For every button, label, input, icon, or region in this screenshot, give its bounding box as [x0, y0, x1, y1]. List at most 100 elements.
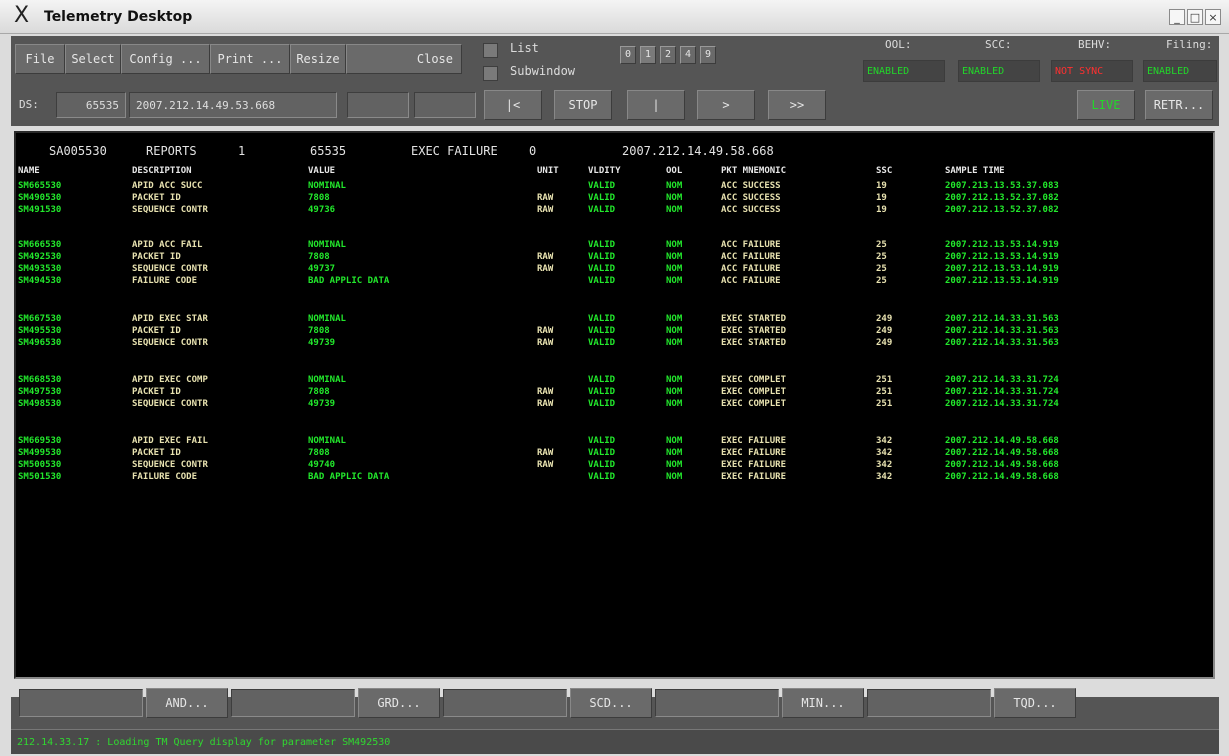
resize-button[interactable]: Resize	[290, 44, 346, 74]
cell-time: 2007.212.14.33.31.563	[945, 326, 1059, 336]
query-field-2[interactable]	[231, 689, 355, 717]
cell-time: 2007.212.13.52.37.082	[945, 205, 1059, 215]
scd-button[interactable]: SCD...	[570, 688, 652, 718]
cell-time: 2007.212.14.33.31.724	[945, 387, 1059, 397]
cell-value: 7808	[308, 448, 330, 458]
query-field-3[interactable]	[443, 689, 567, 717]
cell-unit: RAW	[537, 399, 554, 409]
query-field-1[interactable]	[19, 689, 143, 717]
subwindow-checkbox[interactable]	[483, 66, 498, 81]
cell-time: 2007.212.14.33.31.724	[945, 399, 1059, 409]
page-button-9[interactable]: 9	[700, 46, 716, 64]
cell-vld: VALID	[588, 387, 616, 397]
page-button-2[interactable]: 2	[660, 46, 676, 64]
cell-name: SM491530	[18, 205, 62, 215]
cell-ssc: 251	[876, 387, 893, 397]
cell-unit: RAW	[537, 193, 554, 203]
table-row: SM666530 APID ACC FAIL NOMINAL VALID NOM ACC …	[16, 240, 1213, 252]
ds-label: DS:	[19, 98, 39, 111]
ool-label: OOL:	[885, 38, 912, 51]
cell-vld: VALID	[588, 338, 616, 348]
cell-ool: NOM	[666, 338, 683, 348]
cell-mn: ACC FAILURE	[721, 264, 781, 274]
close-window-button[interactable]: ×	[1205, 9, 1221, 25]
next-button[interactable]: >	[697, 90, 755, 120]
col-validity: VLDITY	[588, 166, 621, 176]
cell-ssc: 19	[876, 193, 887, 203]
window-title: Telemetry Desktop	[44, 9, 193, 25]
cell-desc: PACKET ID	[132, 387, 181, 397]
ds-field[interactable]: 65535	[56, 92, 126, 118]
select-menu-button[interactable]: Select	[65, 44, 121, 74]
list-checkbox[interactable]	[483, 43, 498, 58]
cell-ssc: 25	[876, 276, 887, 286]
cell-ssc: 19	[876, 181, 887, 191]
cell-value: 7808	[308, 326, 330, 336]
cell-vld: VALID	[588, 205, 616, 215]
cell-mn: ACC FAILURE	[721, 240, 781, 250]
cell-ssc: 249	[876, 338, 893, 348]
cell-name: SM669530	[18, 436, 62, 446]
cell-ssc: 342	[876, 472, 893, 482]
cell-vld: VALID	[588, 399, 616, 409]
query-field-5[interactable]	[867, 689, 991, 717]
report-code: 65535	[310, 144, 347, 158]
cell-vld: VALID	[588, 472, 616, 482]
report-event: EXEC FAILURE	[411, 144, 498, 158]
cell-mn: EXEC STARTED	[721, 338, 787, 348]
cell-desc: SEQUENCE CONTR	[132, 205, 208, 215]
cell-ool: NOM	[666, 387, 683, 397]
last-button[interactable]: >>	[768, 90, 826, 120]
min-button[interactable]: MIN...	[782, 688, 864, 718]
cell-name: SM668530	[18, 375, 62, 385]
time-field[interactable]: 2007.212.14.49.53.668	[129, 92, 337, 118]
subwindow-label: Subwindow	[510, 64, 576, 78]
cell-name: SM666530	[18, 240, 62, 250]
nav-field-1[interactable]	[347, 92, 409, 118]
grd-button[interactable]: GRD...	[358, 688, 440, 718]
file-menu-button[interactable]: File	[15, 44, 65, 74]
cell-desc: APID EXEC COMP	[132, 375, 208, 385]
pause-button[interactable]: |	[627, 90, 685, 120]
cell-value: BAD APPLIC DATA	[308, 276, 390, 286]
cell-name: SM494530	[18, 276, 62, 286]
cell-value: NOMINAL	[308, 375, 346, 385]
col-unit: UNIT	[537, 166, 559, 176]
cell-desc: APID ACC FAIL	[132, 240, 203, 250]
cell-value: NOMINAL	[308, 314, 346, 324]
report-id: SA005530	[49, 144, 107, 158]
ool-status: ENABLED	[863, 60, 945, 82]
nav-field-2[interactable]	[414, 92, 476, 118]
cell-ool: NOM	[666, 399, 683, 409]
cell-unit: RAW	[537, 205, 554, 215]
tqd-button[interactable]: TQD...	[994, 688, 1076, 718]
stop-button[interactable]: STOP	[554, 90, 612, 120]
cell-ool: NOM	[666, 193, 683, 203]
cell-name: SM496530	[18, 338, 62, 348]
cell-ool: NOM	[666, 252, 683, 262]
cell-mn: EXEC FAILURE	[721, 460, 787, 470]
page-button-1[interactable]: 1	[640, 46, 656, 64]
maximize-button[interactable]: □	[1187, 9, 1203, 25]
cell-ssc: 25	[876, 240, 887, 250]
col-ool: OOL	[666, 166, 683, 176]
report-count: 1	[238, 144, 246, 158]
cell-vld: VALID	[588, 375, 616, 385]
print-menu-button[interactable]: Print ...	[210, 44, 290, 74]
first-button[interactable]: |<	[484, 90, 542, 120]
config-menu-button[interactable]: Config ...	[121, 44, 210, 74]
page-button-0[interactable]: 0	[620, 46, 636, 64]
cell-ool: NOM	[666, 460, 683, 470]
cell-name: SM492530	[18, 252, 62, 262]
query-field-4[interactable]	[655, 689, 779, 717]
and-button[interactable]: AND...	[146, 688, 228, 718]
live-button[interactable]: LIVE	[1077, 90, 1135, 120]
cell-mn: EXEC COMPLET	[721, 387, 787, 397]
retr-button[interactable]: RETR...	[1145, 90, 1213, 120]
cell-ool: NOM	[666, 375, 683, 385]
table-row: SM496530 SEQUENCE CONTR 49739 RAW VALID NOM EX…	[16, 338, 1213, 350]
page-button-4[interactable]: 4	[680, 46, 696, 64]
minimize-button[interactable]: _	[1169, 9, 1185, 25]
close-button[interactable]: Close	[346, 44, 462, 74]
cell-value: 49739	[308, 399, 336, 409]
